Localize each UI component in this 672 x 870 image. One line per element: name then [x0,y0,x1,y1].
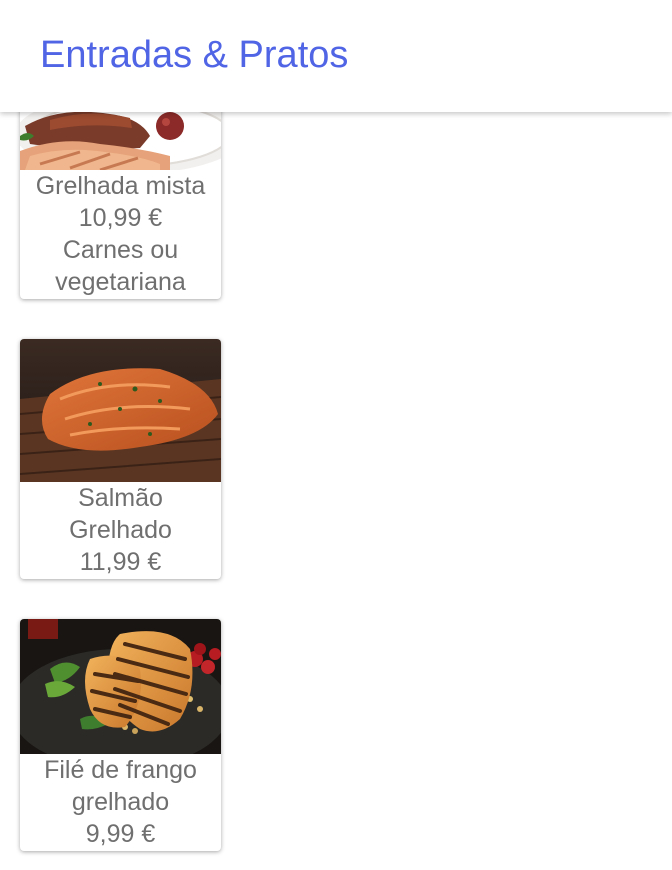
grilled-salmon-photo [20,339,221,482]
menu-list: Grelhada mista 10,99 € Carnes ou vegetar… [0,0,672,870]
menu-item-text: Filé de frango grelhado 9,99 € [20,754,221,851]
menu-item-price: 11,99 € [79,548,162,576]
app-bar: Entradas & Pratos [0,0,672,112]
menu-item-name: Filé de frango [44,756,197,784]
menu-item-card[interactable]: Filé de frango grelhado 9,99 € [20,619,221,851]
menu-item-name: Grelhado [69,516,172,544]
menu-item-description: Carnes ou [62,236,179,264]
menu-item-card[interactable]: Salmão Grelhado 11,99 € [20,339,221,579]
menu-item-text: Grelhada mista 10,99 € Carnes ou vegetar… [20,170,221,299]
menu-item-name: Salmão [78,484,163,512]
menu-item-name: Grelhada mista [35,172,206,200]
page-title: Entradas & Pratos [40,34,349,76]
grilled-chicken-photo [20,619,221,754]
menu-item-price: 10,99 € [78,204,163,232]
menu-item-description: vegetariana [55,268,186,296]
menu-item-name: grelhado [71,788,170,816]
menu-item-text: Salmão Grelhado 11,99 € [20,482,221,579]
menu-item-price: 9,99 € [85,820,156,848]
